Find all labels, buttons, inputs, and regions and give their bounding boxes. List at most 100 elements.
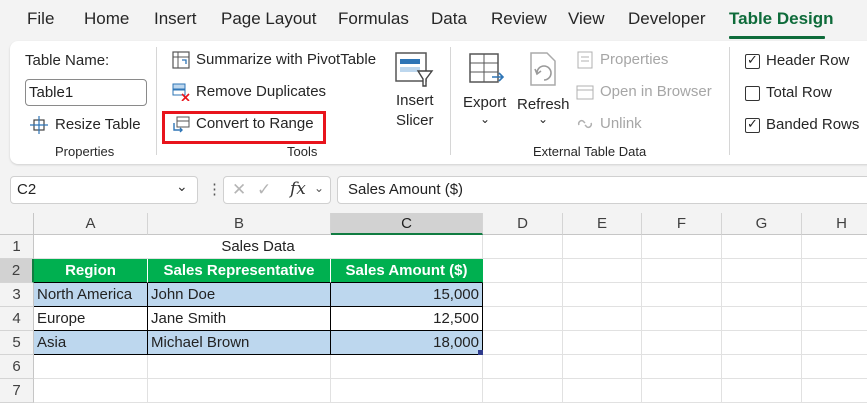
summarize-pivot-button[interactable]: Summarize with PivotTable (170, 50, 380, 74)
table-cell[interactable]: Europe (34, 307, 148, 331)
grid-cell[interactable] (34, 379, 148, 403)
export-button[interactable]: Export ⌄ (460, 47, 512, 137)
grid-cell[interactable] (802, 307, 867, 331)
grid-cell[interactable] (483, 283, 563, 307)
grid-cell[interactable] (722, 379, 802, 403)
insert-function-icon[interactable]: fx (290, 179, 306, 199)
grid-cell[interactable] (563, 259, 642, 283)
grid-cell[interactable] (642, 379, 722, 403)
table-cell[interactable]: 18,000 (331, 331, 483, 355)
grid-cell[interactable] (642, 235, 722, 259)
header-cell-sales-amount[interactable]: Sales Amount ($) (331, 259, 483, 283)
grid-cell[interactable] (483, 331, 563, 355)
column-header-g[interactable]: G (722, 213, 802, 235)
insert-slicer-button[interactable]: Insert Slicer (390, 47, 440, 137)
grid-cell[interactable] (642, 283, 722, 307)
table-cell[interactable]: Michael Brown (148, 331, 331, 355)
table-cell[interactable]: 12,500 (331, 307, 483, 331)
grid-cell[interactable] (483, 259, 563, 283)
enter-icon[interactable]: ✓ (257, 180, 271, 200)
grid-cell[interactable] (722, 235, 802, 259)
grid-cell[interactable] (802, 235, 867, 259)
table-name-input[interactable]: Table1 (25, 79, 147, 106)
row-header-1[interactable]: 1 (0, 235, 34, 259)
grid-cell[interactable] (642, 331, 722, 355)
grid-cell[interactable] (483, 235, 563, 259)
formula-input[interactable]: Sales Amount ($) (337, 176, 867, 204)
unlink-button[interactable]: Unlink (575, 114, 665, 138)
grid-cell[interactable] (331, 379, 483, 403)
column-header-a[interactable]: A (34, 213, 148, 235)
grid-cell[interactable] (642, 259, 722, 283)
banded-rows-checkbox[interactable]: ✓ Banded Rows (743, 115, 867, 137)
tab-page-layout[interactable]: Page Layout (221, 9, 316, 29)
grid-cell[interactable] (802, 259, 867, 283)
grid-cell[interactable] (802, 355, 867, 379)
tab-table-design[interactable]: Table Design (729, 9, 834, 29)
header-cell-sales-rep[interactable]: Sales Representative (148, 259, 331, 283)
table-cell[interactable]: 15,000 (331, 283, 483, 307)
tab-file[interactable]: File (27, 9, 54, 29)
chevron-down-icon[interactable]: ⌄ (314, 181, 324, 195)
row-header-3[interactable]: 3 (0, 283, 34, 307)
table-cell[interactable]: John Doe (148, 283, 331, 307)
table-resize-handle[interactable] (478, 350, 483, 355)
grid-cell[interactable] (722, 331, 802, 355)
grid-cell[interactable] (802, 283, 867, 307)
table-cell[interactable]: North America (34, 283, 148, 307)
column-header-d[interactable]: D (483, 213, 563, 235)
tab-developer[interactable]: Developer (628, 9, 706, 29)
table-cell[interactable]: Asia (34, 331, 148, 355)
row-header-6[interactable]: 6 (0, 355, 34, 379)
chevron-down-icon[interactable]: ⌄ (176, 178, 188, 195)
grid-cell[interactable] (642, 355, 722, 379)
tab-insert[interactable]: Insert (154, 9, 197, 29)
name-box[interactable]: C2 (10, 176, 198, 204)
column-header-e[interactable]: E (563, 213, 642, 235)
grid-cell[interactable] (563, 379, 642, 403)
total-row-checkbox[interactable]: Total Row (743, 83, 867, 105)
grid-cell[interactable] (722, 307, 802, 331)
table-cell[interactable]: Jane Smith (148, 307, 331, 331)
tab-data[interactable]: Data (431, 9, 467, 29)
row-header-7[interactable]: 7 (0, 379, 34, 403)
row-header-5[interactable]: 5 (0, 331, 34, 355)
column-header-h[interactable]: H (802, 213, 867, 235)
resize-table-button[interactable]: Resize Table (28, 113, 148, 139)
tab-formulas[interactable]: Formulas (338, 9, 409, 29)
more-options-icon[interactable]: ⋮ (207, 180, 222, 198)
column-header-f[interactable]: F (642, 213, 722, 235)
select-all-corner[interactable] (0, 213, 34, 235)
refresh-button[interactable]: Refresh ⌄ (515, 47, 570, 137)
grid-cell[interactable] (802, 379, 867, 403)
column-header-b[interactable]: B (148, 213, 331, 235)
tab-home[interactable]: Home (84, 9, 129, 29)
sheet-title-cell[interactable]: Sales Data (34, 235, 483, 259)
grid-cell[interactable] (483, 307, 563, 331)
row-header-4[interactable]: 4 (0, 307, 34, 331)
grid-cell[interactable] (563, 235, 642, 259)
column-header-c[interactable]: C (331, 213, 483, 235)
grid-cell[interactable] (483, 355, 563, 379)
grid-cell[interactable] (563, 355, 642, 379)
grid-cell[interactable] (331, 355, 483, 379)
grid-cell[interactable] (802, 331, 867, 355)
cancel-icon[interactable]: ✕ (232, 180, 246, 200)
grid-cell[interactable] (148, 379, 331, 403)
row-header-2[interactable]: 2 (0, 259, 34, 283)
header-cell-region[interactable]: Region (34, 259, 148, 283)
tab-review[interactable]: Review (491, 9, 547, 29)
header-row-checkbox[interactable]: ✓ Header Row (743, 51, 867, 73)
grid-cell[interactable] (34, 355, 148, 379)
tab-view[interactable]: View (568, 9, 605, 29)
grid-cell[interactable] (642, 307, 722, 331)
open-in-browser-button[interactable]: Open in Browser (575, 82, 725, 106)
grid-cell[interactable] (563, 331, 642, 355)
properties-button[interactable]: Properties (575, 50, 685, 74)
grid-cell[interactable] (148, 355, 331, 379)
grid-cell[interactable] (563, 307, 642, 331)
grid-cell[interactable] (722, 259, 802, 283)
grid-cell[interactable] (722, 355, 802, 379)
grid-cell[interactable] (563, 283, 642, 307)
grid-cell[interactable] (722, 283, 802, 307)
